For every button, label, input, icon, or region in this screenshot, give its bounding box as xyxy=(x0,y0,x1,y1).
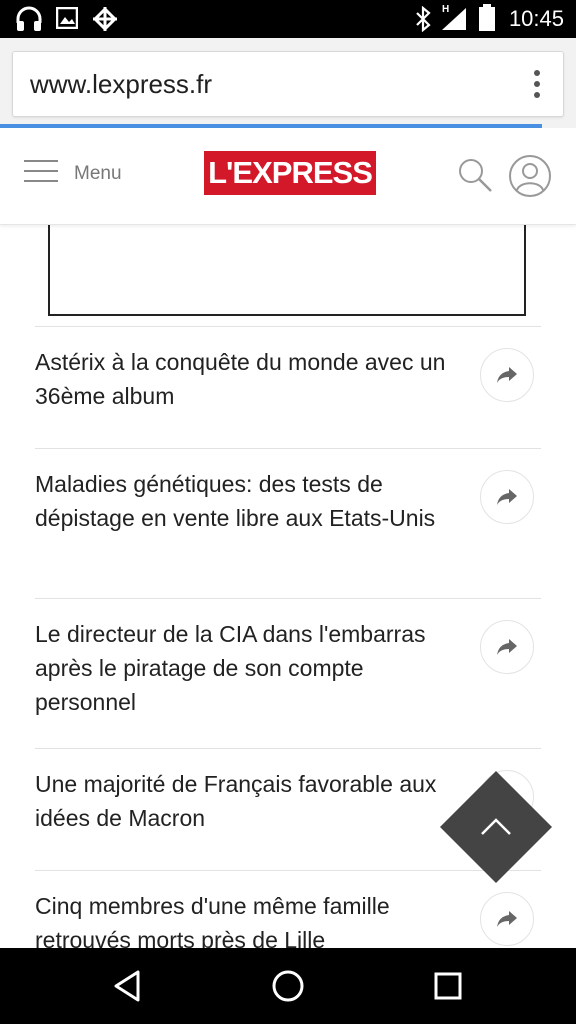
site-logo[interactable]: L'EXPRESS xyxy=(204,151,376,195)
share-arrow-icon xyxy=(497,639,517,655)
hamburger-menu-icon[interactable] xyxy=(24,160,58,186)
recents-icon[interactable] xyxy=(428,966,468,1006)
user-icon[interactable] xyxy=(508,154,552,198)
battery-icon xyxy=(479,4,495,31)
share-button[interactable] xyxy=(480,620,534,674)
image-icon xyxy=(56,7,78,29)
scroll-to-top-button[interactable] xyxy=(440,771,552,883)
share-arrow-icon xyxy=(497,367,517,383)
article-title[interactable]: Une majorité de Français favorable aux i… xyxy=(35,767,465,835)
share-button[interactable] xyxy=(480,348,534,402)
share-arrow-icon xyxy=(497,911,517,927)
list-item[interactable]: Maladies génétiques: des tests de dépist… xyxy=(35,448,541,599)
phone-screen: H 10:45 www.lexpress.fr Menu L'EXPRESS A… xyxy=(0,0,576,1024)
article-title[interactable]: Maladies génétiques: des tests de dépist… xyxy=(35,467,465,535)
article-title[interactable]: Le directeur de la CIA dans l'embarras a… xyxy=(35,617,465,719)
search-icon[interactable] xyxy=(456,156,494,194)
site-header: Menu L'EXPRESS xyxy=(0,128,576,225)
url-text[interactable]: www.lexpress.fr xyxy=(30,69,212,100)
status-time: 10:45 xyxy=(508,6,564,31)
home-icon[interactable] xyxy=(268,966,308,1006)
share-arrow-icon xyxy=(497,489,517,505)
status-bar: H 10:45 xyxy=(0,0,576,38)
article-title[interactable]: Cinq membres d'une même famille retrouvé… xyxy=(35,889,465,948)
list-item[interactable]: Le directeur de la CIA dans l'embarras a… xyxy=(35,598,541,749)
article-title[interactable]: Astérix à la conquête du monde avec un 3… xyxy=(35,345,465,413)
signal-icon xyxy=(442,8,466,30)
navigation-bar xyxy=(0,948,576,1024)
share-button[interactable] xyxy=(480,470,534,524)
bluetooth-icon xyxy=(416,6,431,32)
ad-banner[interactable] xyxy=(48,224,526,316)
menu-label[interactable]: Menu xyxy=(74,163,122,185)
list-item[interactable]: Astérix à la conquête du monde avec un 3… xyxy=(35,326,541,448)
url-bar[interactable]: www.lexpress.fr xyxy=(12,51,564,117)
headphones-icon xyxy=(16,6,42,31)
browser-toolbar: www.lexpress.fr xyxy=(0,38,576,128)
share-button[interactable] xyxy=(480,892,534,946)
kebab-menu-icon[interactable] xyxy=(533,70,541,100)
settings-icon xyxy=(92,6,118,32)
back-icon[interactable] xyxy=(108,966,148,1006)
